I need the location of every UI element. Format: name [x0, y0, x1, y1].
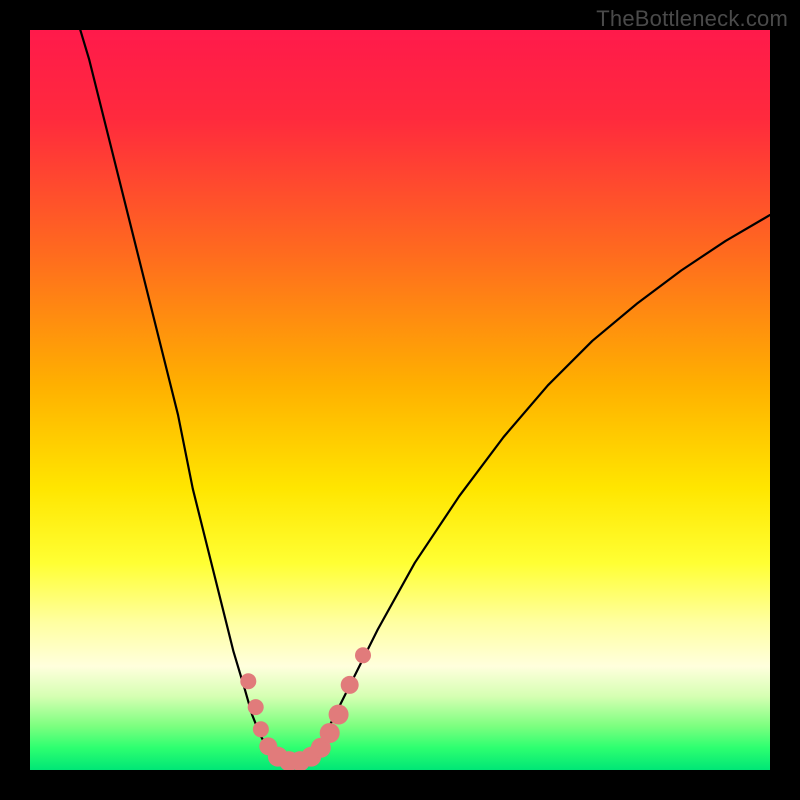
- gradient-background: [30, 30, 770, 770]
- watermark-text: TheBottleneck.com: [596, 6, 788, 32]
- pink-dot: [341, 676, 359, 694]
- pink-dot: [329, 705, 349, 725]
- chart-svg: [30, 30, 770, 770]
- plot-area: [30, 30, 770, 770]
- pink-dot: [240, 673, 256, 689]
- chart-frame: TheBottleneck.com: [0, 0, 800, 800]
- pink-dot: [320, 723, 340, 743]
- pink-dot: [253, 721, 269, 737]
- pink-dot: [248, 699, 264, 715]
- pink-dot: [355, 647, 371, 663]
